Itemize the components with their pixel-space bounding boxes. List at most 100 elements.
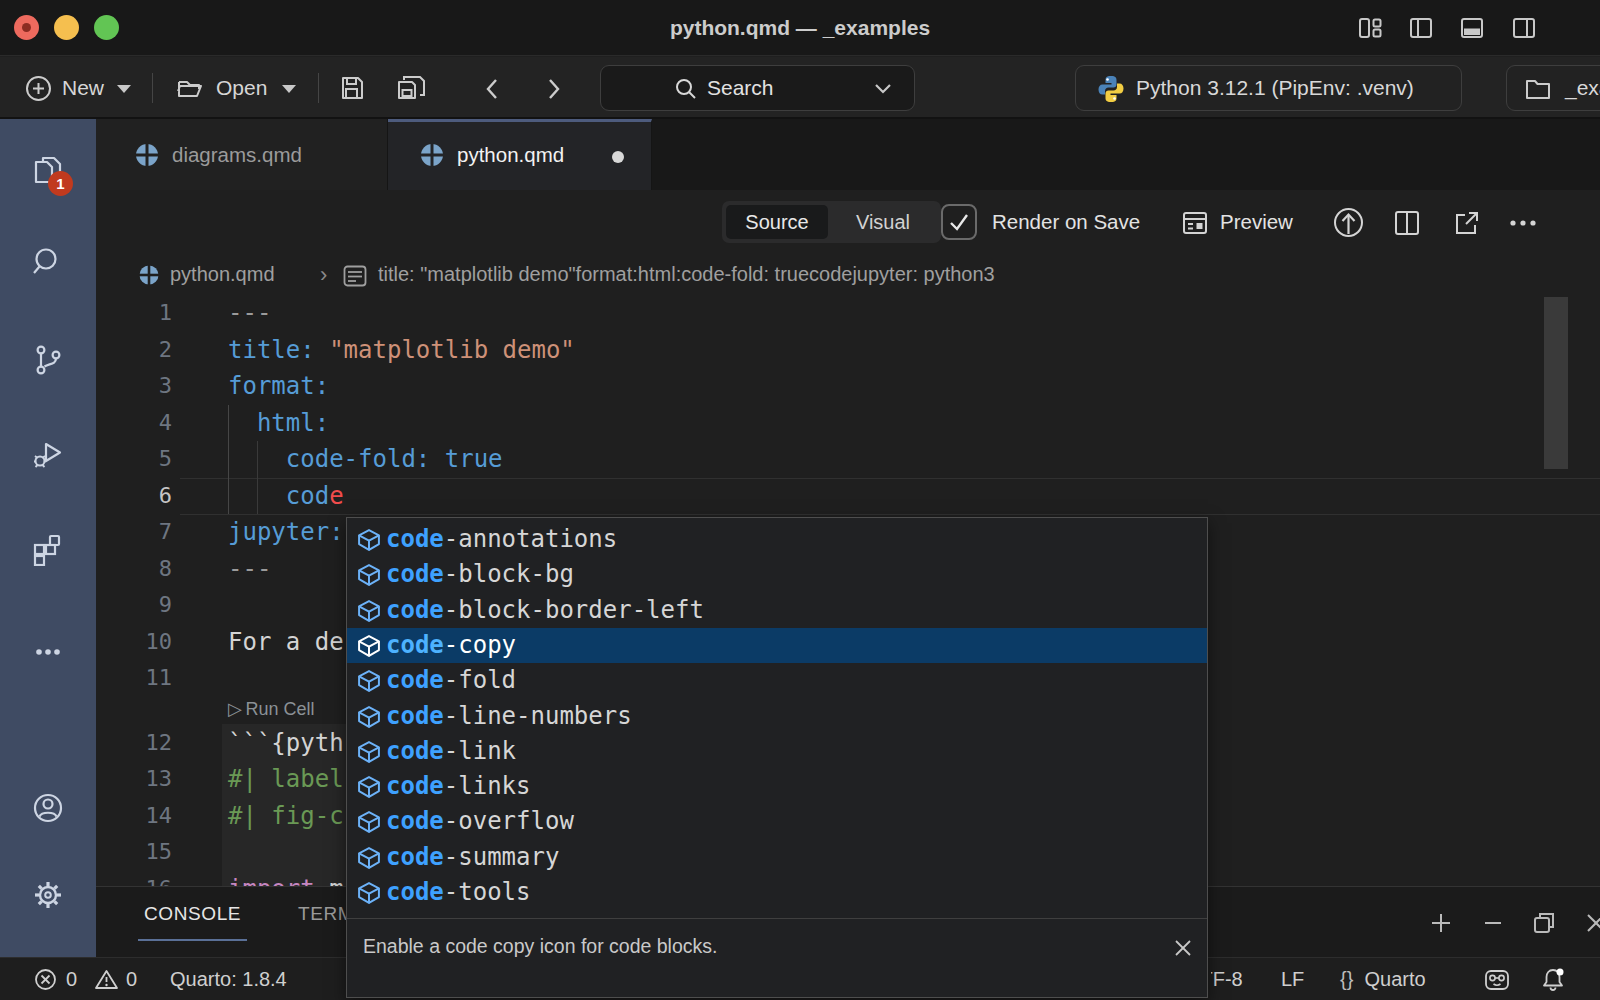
toggle-secondary-sidebar-icon[interactable] (1511, 15, 1537, 41)
code-line-4[interactable]: 4 html: (96, 405, 1600, 442)
minimize-panel-icon[interactable] (1479, 909, 1507, 937)
explorer-badge: 1 (48, 171, 73, 196)
save-all-icon[interactable] (396, 74, 426, 102)
toolbar-divider (152, 73, 153, 103)
line-number: 8 (96, 551, 172, 588)
save-icon[interactable] (338, 74, 366, 102)
warning-count[interactable]: 0 (126, 958, 137, 1000)
visual-mode-button[interactable]: Visual (828, 201, 938, 243)
tab-python[interactable]: python.qmd (388, 119, 652, 190)
forward-icon[interactable] (540, 76, 566, 102)
search-dropdown-chevron[interactable] (873, 82, 893, 96)
errors-icon[interactable] (34, 968, 57, 991)
more-actions-icon[interactable] (1508, 214, 1538, 236)
code-line-3[interactable]: 3format: (96, 368, 1600, 405)
suggestion-item-code-link[interactable]: code-link (347, 734, 1207, 769)
suggestion-label: code-copy (386, 628, 516, 663)
new-icon[interactable] (25, 75, 52, 102)
suggestion-item-code-tools[interactable]: code-tools (347, 875, 1207, 910)
preview-label[interactable]: Preview (1220, 190, 1293, 254)
code-line-1[interactable]: 1--- (96, 295, 1600, 332)
tab-label: python.qmd (457, 122, 564, 193)
suggestion-item-code-annotations[interactable]: code-annotations (347, 522, 1207, 557)
suggestion-item-code-links[interactable]: code-links (347, 769, 1207, 804)
run-cell-codelens[interactable]: ▷ Run Cell (228, 696, 314, 724)
toggle-primary-sidebar-icon[interactable] (1408, 15, 1434, 41)
back-icon[interactable] (480, 76, 506, 102)
line-number: 14 (96, 798, 172, 835)
workspace-label: _examples (1565, 66, 1600, 110)
account-icon[interactable] (31, 791, 65, 825)
line-number: 9 (96, 587, 172, 624)
suggestion-item-code-summary[interactable]: code-summary (347, 840, 1207, 875)
encoding-indicator[interactable]: UTF-8 (1211, 958, 1243, 1000)
feedback-icon[interactable] (1484, 967, 1510, 992)
title-bar: python.qmd — _examples (0, 0, 1600, 56)
toggle-panel-icon[interactable] (1459, 15, 1485, 41)
suggestion-list: code-annotationscode-block-bgcode-block-… (347, 518, 1207, 917)
language-mode[interactable]: {} Quarto (1340, 958, 1426, 1000)
close-icon[interactable] (1171, 936, 1195, 960)
suggestion-item-code-overflow[interactable]: code-overflow (347, 804, 1207, 839)
extensions-icon[interactable] (31, 532, 65, 566)
open-external-icon[interactable] (1452, 208, 1482, 242)
search-sidebar-icon[interactable] (31, 245, 65, 279)
run-debug-icon[interactable] (31, 437, 65, 471)
suggestion-item-code-copy[interactable]: code-copy (347, 628, 1207, 663)
open-button[interactable]: Open (216, 57, 267, 119)
preview-icon[interactable] (1180, 208, 1210, 242)
search-input[interactable]: Search (600, 65, 915, 111)
code-text: format: (228, 368, 329, 405)
workspace-selector[interactable]: _examples (1506, 65, 1600, 111)
line-number: 12 (96, 725, 172, 762)
suggestion-label: code-summary (386, 840, 559, 875)
suggestion-label: code-link (386, 734, 516, 769)
symbol-struct-icon (355, 526, 383, 554)
eol-indicator[interactable]: LF (1281, 958, 1304, 1000)
breadcrumb-file[interactable]: python.qmd (170, 254, 275, 295)
quarto-file-icon (134, 142, 160, 168)
settings-gear-icon[interactable] (31, 878, 65, 912)
restore-panel-icon[interactable] (1530, 909, 1558, 937)
suggestion-item-code-line-numbers[interactable]: code-line-numbers (347, 699, 1207, 734)
source-control-icon[interactable] (31, 343, 65, 377)
suggestion-item-code-fold[interactable]: code-fold (347, 663, 1207, 698)
render-on-save-checkbox[interactable] (941, 204, 977, 240)
suggestion-item-code-block-bg[interactable]: code-block-bg (347, 557, 1207, 592)
tab-diagrams[interactable]: diagrams.qmd (96, 119, 388, 190)
more-actions-icon[interactable] (31, 635, 65, 669)
render-icon[interactable] (1332, 206, 1365, 243)
interpreter-selector[interactable]: Python 3.12.1 (PipEnv: .venv) (1075, 65, 1462, 111)
quarto-version[interactable]: Quarto: 1.8.4 (170, 958, 287, 1000)
suggestion-label: code-line-numbers (386, 699, 632, 734)
open-dropdown-caret[interactable] (282, 85, 296, 93)
new-console-icon[interactable] (1427, 909, 1455, 937)
source-visual-toggle: Source Visual (722, 201, 941, 243)
symbol-struct-icon (355, 703, 383, 731)
editor-scrollbar[interactable] (1544, 297, 1568, 469)
source-mode-button[interactable]: Source (726, 205, 828, 239)
close-panel-icon[interactable] (1582, 909, 1600, 937)
code-text: --- (228, 551, 271, 588)
new-dropdown-caret[interactable] (117, 85, 131, 93)
breadcrumb-chevron: › (320, 254, 327, 295)
folder-icon (1525, 77, 1551, 101)
new-button[interactable]: New (62, 57, 104, 119)
unsaved-dot[interactable] (612, 151, 624, 163)
suggestion-label: code-tools (386, 875, 531, 910)
split-editor-icon[interactable] (1392, 208, 1422, 242)
customize-layout-icon[interactable] (1357, 15, 1383, 41)
suggestion-detail: Enable a code copy icon for code blocks. (347, 918, 1207, 998)
quarto-file-icon (419, 142, 445, 168)
open-folder-icon[interactable] (176, 75, 204, 103)
panel-tab-console[interactable]: CONSOLE (138, 887, 247, 941)
code-line-5[interactable]: 5 code-fold: true (96, 441, 1600, 478)
breadcrumb-section[interactable]: title: "matplotlib demo"format:html:code… (378, 254, 995, 295)
warnings-icon[interactable] (94, 968, 119, 991)
code-line-2[interactable]: 2title: "matplotlib demo" (96, 332, 1600, 369)
notifications-bell-icon[interactable] (1540, 967, 1566, 992)
error-count[interactable]: 0 (66, 958, 77, 1000)
symbol-struct-icon (355, 632, 383, 660)
suggestion-item-code-block-border-left[interactable]: code-block-border-left (347, 593, 1207, 628)
code-line-6[interactable]: 6 code (96, 478, 1600, 515)
